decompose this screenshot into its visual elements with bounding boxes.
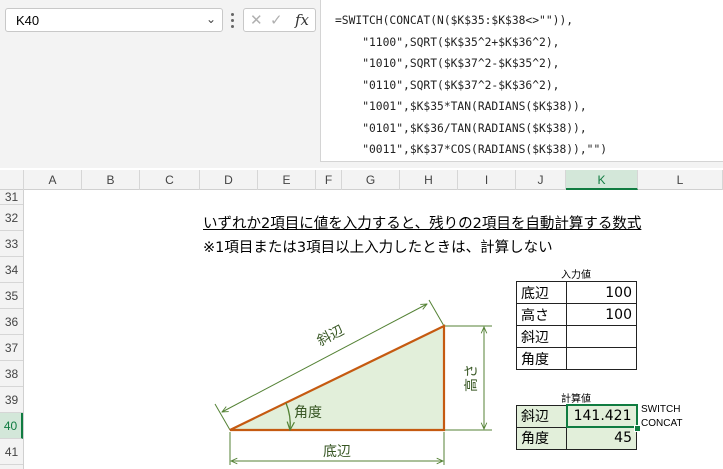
table-row: 角度	[516, 347, 637, 370]
base-label: 底辺	[323, 444, 351, 460]
table-row: 底辺 100	[516, 281, 637, 304]
table-row: 斜辺 141.421	[516, 404, 638, 428]
input-label-height: 高さ	[516, 303, 567, 326]
output-table: 斜辺 141.421 角度 45	[516, 404, 638, 450]
input-cell-angle[interactable]	[566, 347, 637, 370]
input-cell-base[interactable]: 100	[566, 281, 637, 304]
output-label-angle: 角度	[516, 426, 567, 450]
input-label-angle: 角度	[516, 347, 567, 370]
fill-handle[interactable]	[634, 425, 641, 432]
height-label: 高さ	[463, 364, 480, 392]
input-cell-height[interactable]: 100	[566, 303, 637, 326]
extension-line	[214, 403, 231, 431]
input-label-base: 底辺	[516, 281, 567, 304]
input-caption: 入力値	[561, 270, 591, 281]
triangle-diagram: 斜辺 高さ 底辺 角度	[214, 299, 492, 465]
table-row: 斜辺	[516, 325, 637, 348]
output-cell-angle[interactable]: 45	[566, 426, 637, 450]
input-table: 底辺 100 高さ 100 斜辺 角度	[516, 281, 637, 370]
note-concat: CONCAT	[641, 418, 683, 429]
input-cell-hypotenuse[interactable]	[566, 325, 637, 348]
output-label-hypotenuse: 斜辺	[516, 404, 567, 428]
table-row: 角度 45	[516, 426, 637, 450]
output-cell-hypotenuse-selected[interactable]: 141.421	[565, 404, 638, 428]
table-row: 高さ 100	[516, 303, 637, 326]
input-label-hypotenuse: 斜辺	[516, 325, 567, 348]
note-switch: SWITCH	[641, 404, 681, 415]
angle-label: 角度	[294, 405, 322, 421]
output-caption: 計算値	[561, 394, 591, 405]
hypotenuse-label: 斜辺	[315, 323, 347, 350]
extension-line	[428, 299, 445, 327]
